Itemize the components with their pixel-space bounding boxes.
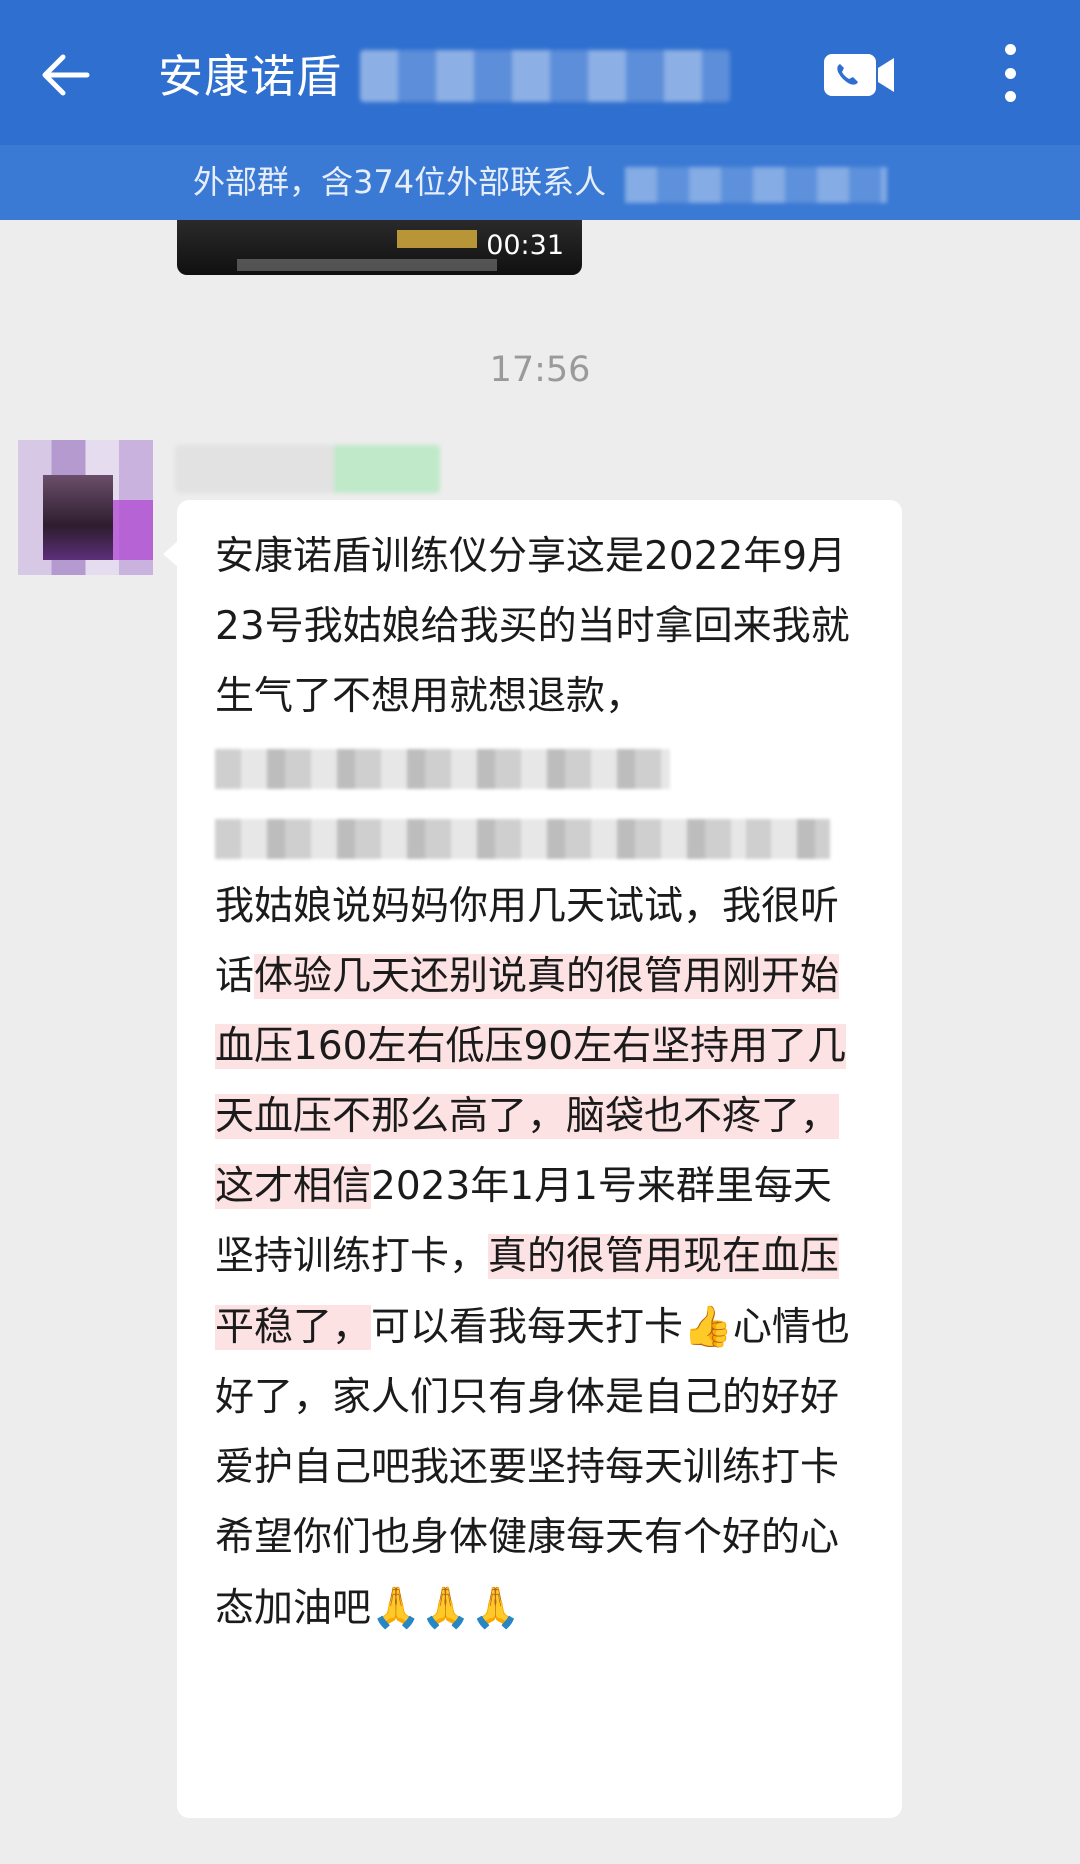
pray-icon: 🙏 xyxy=(371,1585,421,1631)
message-timestamp: 17:56 xyxy=(489,350,591,390)
chat-header: 安康诺盾 xyxy=(0,0,1080,145)
message-segment: 可以看我每天打卡 xyxy=(371,1305,684,1350)
message-segment: 安康诺盾训练仪分享这是2022年9月23号我姑娘给我买的当时拿回来我就生气了不想… xyxy=(215,534,850,719)
video-footer-text xyxy=(237,259,497,271)
message-segment: 心情也好了，家人们只有身体是自己的好好爱护自己吧我还要坚持每天训练打卡希望你们也… xyxy=(215,1305,850,1631)
video-call-icon xyxy=(824,54,894,96)
video-message-thumbnail[interactable]: 00:31 xyxy=(177,220,582,275)
redacted-text xyxy=(745,818,830,859)
group-info-bar[interactable]: 外部群，含374位外部联系人 xyxy=(0,145,1080,220)
thumbs-up-icon: 👍 xyxy=(683,1304,733,1350)
redacted-subtitle-part xyxy=(625,167,887,203)
chat-title: 安康诺盾 xyxy=(158,50,343,103)
message-text: 安康诺盾训练仪分享这是2022年9月23号我姑娘给我买的当时拿回来我就生气了不想… xyxy=(215,522,865,1644)
redacted-title-part xyxy=(360,50,730,102)
back-arrow-icon xyxy=(42,54,90,96)
group-member-info: 外部群，含374位外部联系人 xyxy=(193,163,607,201)
pray-icon: 🙏 xyxy=(470,1585,521,1631)
video-duration: 00:31 xyxy=(486,230,564,261)
pray-icon: 🙏 xyxy=(420,1585,471,1631)
sender-name xyxy=(175,445,440,493)
more-options-button[interactable] xyxy=(990,38,1030,108)
more-vertical-icon xyxy=(1004,44,1016,55)
video-caption xyxy=(397,230,477,248)
avatar[interactable] xyxy=(18,440,153,575)
redacted-text xyxy=(215,818,745,859)
video-call-button[interactable] xyxy=(820,50,900,100)
back-button[interactable] xyxy=(30,40,100,110)
redacted-text xyxy=(215,748,670,789)
